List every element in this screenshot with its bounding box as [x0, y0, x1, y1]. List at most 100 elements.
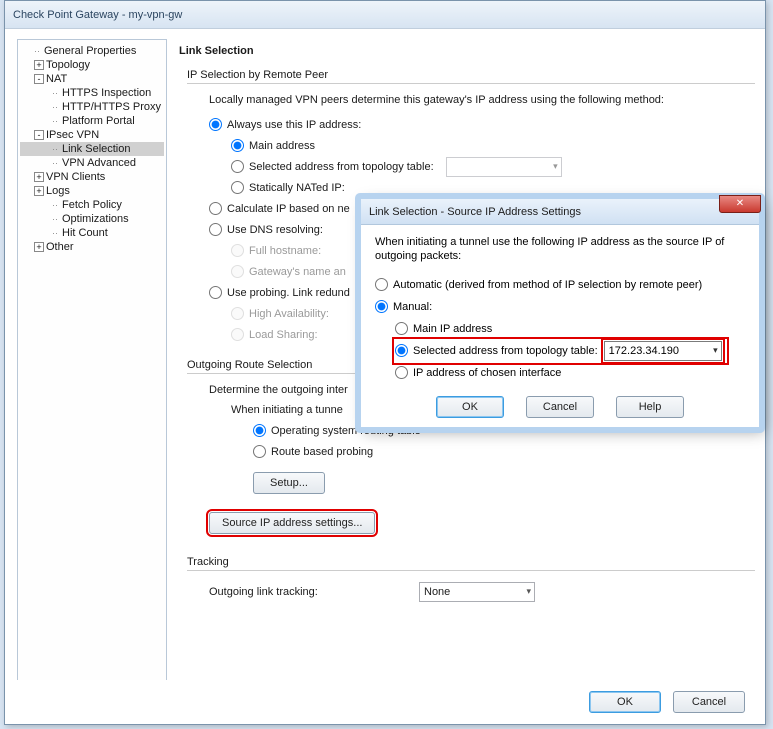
tree-item-label: Logs [46, 185, 70, 197]
tree-expander-icon[interactable]: + [34, 242, 44, 252]
radio-os-routing-table[interactable] [253, 424, 266, 437]
tree-dot-icon: ·· [34, 46, 44, 56]
tree-expander-icon[interactable]: - [34, 130, 44, 140]
radio-manual[interactable] [375, 300, 388, 313]
radio-main-address[interactable] [231, 139, 244, 152]
nav-tree[interactable]: ··General Properties+Topology-NAT··HTTPS… [17, 39, 167, 687]
titlebar: Check Point Gateway - my-vpn-gw [5, 1, 765, 29]
topology-address-dropdown[interactable] [446, 157, 562, 177]
radio-statically-nated[interactable] [231, 181, 244, 194]
label-use-dns: Use DNS resolving: [227, 224, 323, 236]
radio-modal-selected-topology[interactable] [395, 344, 408, 357]
tree-expander-icon[interactable]: + [34, 186, 44, 196]
tree-item-platform-portal[interactable]: ··Platform Portal [20, 114, 164, 128]
cancel-button[interactable]: Cancel [673, 691, 745, 713]
tree-item-label: Link Selection [62, 143, 131, 155]
tree-item-fetch-policy[interactable]: ··Fetch Policy [20, 198, 164, 212]
tree-item-topology[interactable]: +Topology [20, 58, 164, 72]
tree-item-link-selection[interactable]: ··Link Selection [20, 142, 164, 156]
tree-item-label: Optimizations [62, 213, 129, 225]
radio-use-dns[interactable] [209, 223, 222, 236]
divider [187, 83, 755, 84]
tree-dot-icon: ·· [52, 228, 62, 238]
radio-always-use-ip[interactable] [209, 118, 222, 131]
radio-gateway-name [231, 265, 244, 278]
tree-dot-icon: ·· [52, 200, 62, 210]
tree-expander-icon[interactable]: - [34, 74, 44, 84]
tree-item-hit-count[interactable]: ··Hit Count [20, 226, 164, 240]
tree-expander-icon[interactable]: + [34, 60, 44, 70]
tree-dot-icon: ·· [52, 88, 62, 98]
radio-modal-main-ip[interactable] [395, 322, 408, 335]
tree-item-label: HTTPS Inspection [62, 87, 151, 99]
label-gateway-name: Gateway's name an [249, 266, 346, 278]
tree-item-label: Hit Count [62, 227, 108, 239]
radio-high-availability [231, 307, 244, 320]
tree-item-logs[interactable]: +Logs [20, 184, 164, 198]
tree-item-label: VPN Advanced [62, 157, 136, 169]
dialog-title: Link Selection - Source IP Address Setti… [369, 206, 581, 218]
label-manual: Manual: [393, 301, 432, 313]
tree-item-label: NAT [46, 73, 67, 85]
page-heading: Link Selection [179, 45, 755, 57]
radio-use-probing[interactable] [209, 286, 222, 299]
label-full-hostname: Full hostname: [249, 245, 321, 257]
tree-item-general-properties[interactable]: ··General Properties [20, 44, 164, 58]
label-calculate-ip: Calculate IP based on ne [227, 203, 350, 215]
tree-item-https-inspection[interactable]: ··HTTPS Inspection [20, 86, 164, 100]
radio-route-based-probing[interactable] [253, 445, 266, 458]
label-outgoing-link-tracking: Outgoing link tracking: [209, 586, 419, 598]
source-ip-settings-dialog: Link Selection - Source IP Address Setti… [360, 198, 760, 428]
source-ip-settings-button[interactable]: Source IP address settings... [209, 512, 375, 534]
modal-topology-ip-dropdown[interactable]: 172.23.34.190 [604, 341, 722, 361]
label-route-based-probing: Route based probing [271, 446, 373, 458]
ok-button[interactable]: OK [589, 691, 661, 713]
tree-dot-icon: ·· [52, 116, 62, 126]
tree-item-vpn-advanced[interactable]: ··VPN Advanced [20, 156, 164, 170]
divider [187, 570, 755, 571]
tree-dot-icon: ·· [52, 158, 62, 168]
tree-item-label: HTTP/HTTPS Proxy [62, 101, 161, 113]
close-icon[interactable]: ✕ [719, 195, 761, 213]
dialog-footer: OK Cancel [5, 680, 765, 724]
radio-selected-topology[interactable] [231, 160, 244, 173]
tree-dot-icon: ·· [52, 102, 62, 112]
locally-managed-text: Locally managed VPN peers determine this… [209, 94, 755, 106]
label-modal-chosen-iface: IP address of chosen interface [413, 367, 561, 379]
label-main-address: Main address [249, 140, 315, 152]
dialog-titlebar: Link Selection - Source IP Address Setti… [361, 199, 759, 225]
modal-ok-button[interactable]: OK [436, 396, 504, 418]
tree-item-label: Fetch Policy [62, 199, 122, 211]
tree-dot-icon: ·· [52, 214, 62, 224]
label-always-use-ip: Always use this IP address: [227, 119, 361, 131]
radio-full-hostname [231, 244, 244, 257]
label-use-probing: Use probing. Link redund [227, 287, 350, 299]
modal-help-button[interactable]: Help [616, 396, 684, 418]
tree-dot-icon: ·· [52, 144, 62, 154]
radio-modal-chosen-iface[interactable] [395, 366, 408, 379]
setup-button[interactable]: Setup... [253, 472, 325, 494]
dialog-intro: When initiating a tunnel use the followi… [375, 235, 745, 264]
tree-item-vpn-clients[interactable]: +VPN Clients [20, 170, 164, 184]
label-automatic: Automatic (derived from method of IP sel… [393, 279, 702, 291]
label-load-sharing: Load Sharing: [249, 329, 318, 341]
tree-item-other[interactable]: +Other [20, 240, 164, 254]
tree-item-label: Platform Portal [62, 115, 135, 127]
radio-calculate-ip[interactable] [209, 202, 222, 215]
ip-selection-group-label: IP Selection by Remote Peer [187, 69, 755, 81]
modal-cancel-button[interactable]: Cancel [526, 396, 594, 418]
tree-item-label: Topology [46, 59, 90, 71]
modal-ip-value: 172.23.34.190 [609, 345, 679, 357]
window-title: Check Point Gateway - my-vpn-gw [13, 9, 182, 21]
label-selected-topology: Selected address from topology table: [249, 161, 434, 173]
radio-load-sharing [231, 328, 244, 341]
label-modal-selected-topology: Selected address from topology table: [413, 345, 598, 357]
tree-item-http-https-proxy[interactable]: ··HTTP/HTTPS Proxy [20, 100, 164, 114]
tree-item-label: IPsec VPN [46, 129, 99, 141]
tree-item-optimizations[interactable]: ··Optimizations [20, 212, 164, 226]
tracking-dropdown[interactable]: None [419, 582, 535, 602]
tree-item-nat[interactable]: -NAT [20, 72, 164, 86]
radio-automatic[interactable] [375, 278, 388, 291]
tree-item-ipsec-vpn[interactable]: -IPsec VPN [20, 128, 164, 142]
tree-expander-icon[interactable]: + [34, 172, 44, 182]
